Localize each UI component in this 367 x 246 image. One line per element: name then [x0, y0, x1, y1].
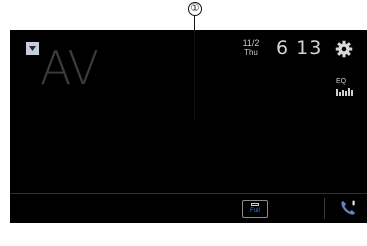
aspect-ratio-button[interactable]: Full: [242, 200, 268, 218]
source-toggle-button[interactable]: [26, 42, 39, 55]
settings-button[interactable]: [335, 40, 353, 58]
gear-icon: [335, 40, 353, 58]
callout-number: ①: [188, 2, 202, 16]
footer-separator: [324, 198, 325, 219]
triangle-down-icon: [29, 46, 36, 51]
date-display: 11/2 Thu: [236, 38, 266, 57]
phone-icon: [341, 200, 355, 215]
date-weekday: Thu: [244, 48, 258, 57]
source-label[interactable]: AV: [40, 38, 99, 98]
screen-mode-icon: [251, 203, 259, 206]
callout-leader-line: [194, 16, 195, 121]
footer-bar: Full: [10, 194, 367, 223]
clock-time: 6 13: [276, 37, 323, 59]
eq-bars-icon: [336, 88, 353, 96]
eq-label: EQ: [336, 78, 347, 85]
phone-button[interactable]: [338, 198, 358, 218]
date-month-day: 11/2: [242, 38, 260, 48]
aspect-ratio-label: Full: [250, 208, 260, 214]
eq-button[interactable]: EQ: [336, 78, 354, 96]
